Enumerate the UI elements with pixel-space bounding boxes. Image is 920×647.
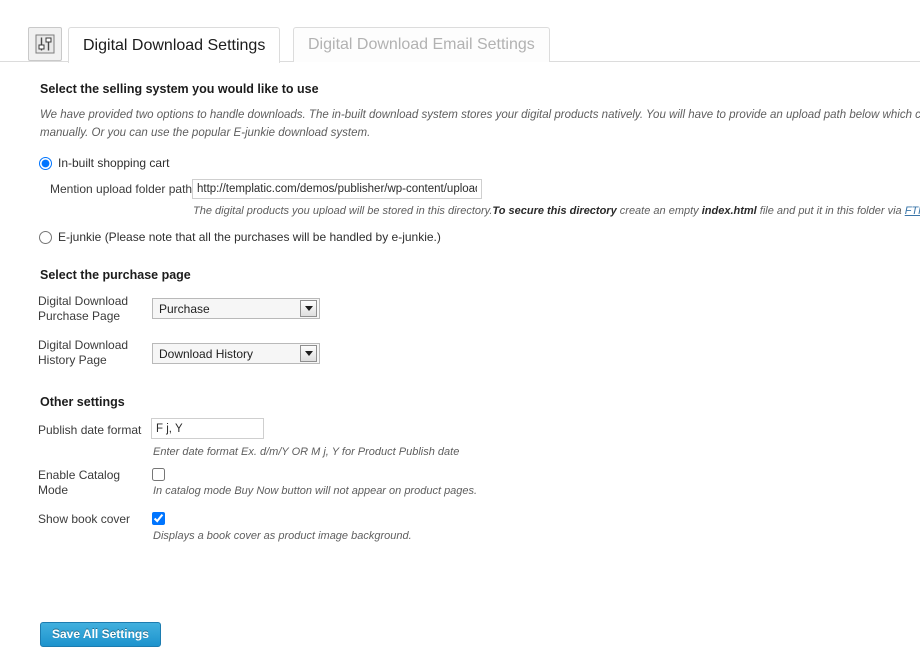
save-all-settings-button[interactable]: Save All Settings	[40, 622, 161, 647]
purchase-page-selected-value: Purchase	[159, 301, 210, 316]
catalog-label-line1: Enable Catalog	[38, 468, 121, 482]
chevron-down-icon[interactable]	[300, 300, 317, 317]
tab-bar: Digital Download Settings Digital Downlo…	[0, 27, 920, 63]
upload-help-part2: create an empty	[616, 205, 702, 217]
history-page-selected-value: Download History	[159, 346, 254, 361]
radio-inbuilt-shopping-cart[interactable]	[39, 156, 52, 170]
upload-help-part3: file and put it in this folder via	[756, 205, 905, 217]
upload-help-part1: The digital products you upload will be …	[193, 205, 493, 217]
upload-help-bold2: index.html	[701, 205, 757, 217]
purchase-page-heading: Select the purchase page	[40, 268, 191, 282]
selling-system-description-line2: manually. Or you can use the popular E-j…	[40, 127, 371, 139]
history-page-label: Digital Download History Page	[38, 338, 128, 368]
purchase-page-select[interactable]: Purchase	[152, 298, 320, 319]
radio-row-inbuilt[interactable]: In-built shopping cart	[39, 156, 169, 170]
tab-digital-download-email-settings[interactable]: Digital Download Email Settings	[293, 27, 550, 62]
upload-help-bold1: To secure this directory	[492, 205, 617, 217]
catalog-label-line2: Mode	[38, 483, 69, 497]
radio-ejunkie-label: E-junkie (Please note that all the purch…	[58, 230, 441, 244]
publish-date-format-input[interactable]	[151, 418, 264, 439]
purchase-page-label-line2: Purchase Page	[38, 309, 121, 323]
upload-path-help: The digital products you upload will be …	[193, 205, 920, 217]
purchase-page-label-line1: Digital Download	[38, 294, 129, 308]
tab-digital-download-settings[interactable]: Digital Download Settings	[68, 27, 281, 63]
radio-inbuilt-label: In-built shopping cart	[58, 156, 170, 170]
publish-date-format-help: Enter date format Ex. d/m/Y OR M j, Y fo…	[153, 446, 460, 458]
enable-catalog-mode-checkbox[interactable]	[152, 468, 165, 481]
purchase-page-label: Digital Download Purchase Page	[38, 294, 128, 324]
tab-label: Digital Download Email Settings	[308, 36, 535, 53]
tab-label: Digital Download Settings	[83, 36, 266, 54]
enable-catalog-mode-label: Enable Catalog Mode	[38, 468, 120, 498]
enable-catalog-mode-help: In catalog mode Buy Now button will not …	[153, 485, 478, 497]
sliders-icon	[28, 27, 62, 61]
show-book-cover-label: Show book cover	[38, 512, 131, 526]
chevron-down-icon[interactable]	[300, 345, 317, 362]
show-book-cover-checkbox[interactable]	[152, 512, 165, 525]
other-settings-heading: Other settings	[40, 395, 125, 409]
history-page-select[interactable]: Download History	[152, 343, 320, 364]
radio-ejunkie[interactable]	[39, 230, 52, 244]
upload-path-label: Mention upload folder path	[50, 182, 193, 196]
radio-row-ejunkie[interactable]: E-junkie (Please note that all the purch…	[39, 230, 441, 244]
publish-date-format-label: Publish date format	[38, 423, 142, 437]
upload-folder-path-input[interactable]	[192, 179, 482, 199]
selling-system-description-line1: We have provided two options to handle d…	[40, 109, 920, 121]
ftp-link[interactable]: FTP	[905, 205, 920, 217]
history-page-label-line2: History Page	[38, 353, 107, 367]
history-page-label-line1: Digital Download	[38, 338, 129, 352]
selling-system-heading: Select the selling system you would like…	[40, 82, 319, 96]
show-book-cover-help: Displays a book cover as product image b…	[153, 530, 412, 542]
